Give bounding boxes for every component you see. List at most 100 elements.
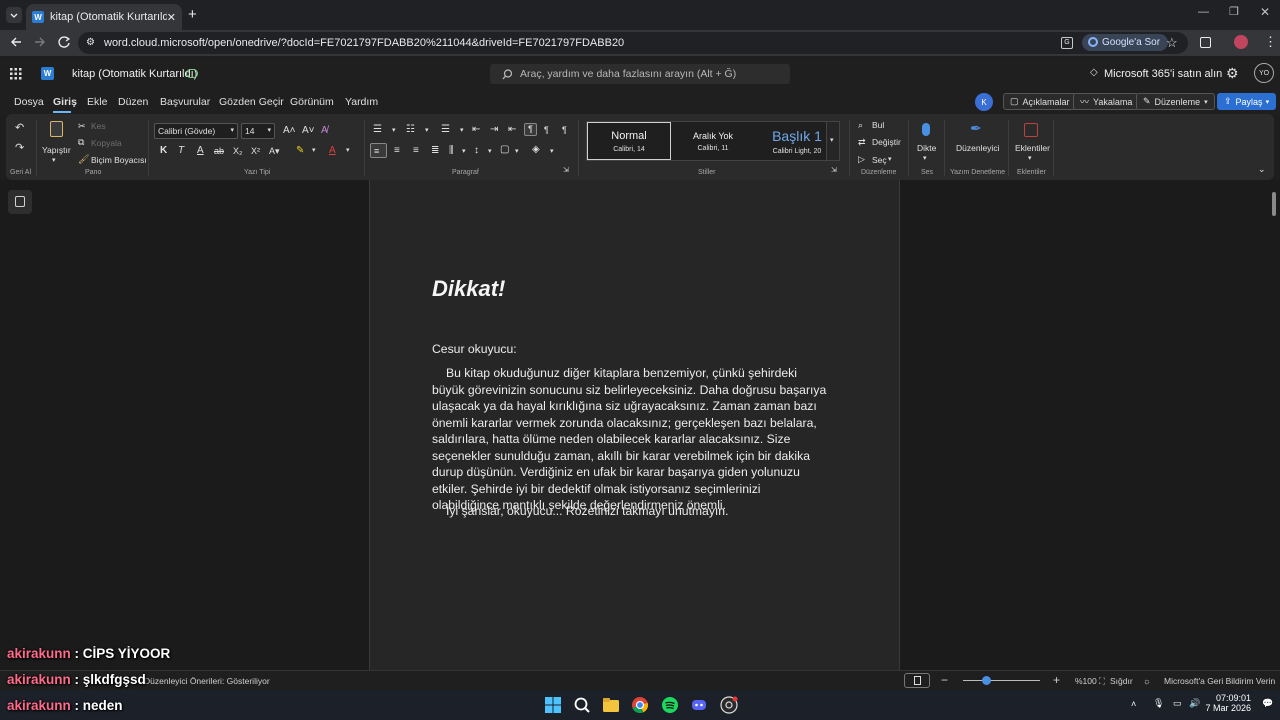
google-sor-button[interactable]: Google'a Sor (1082, 34, 1169, 51)
tab-gorunum[interactable]: Görünüm (290, 96, 334, 108)
show-marks-icon[interactable]: ¶ (562, 125, 567, 135)
tab-duzen[interactable]: Düzen (118, 96, 148, 108)
shading-icon[interactable]: ◈ (532, 145, 540, 155)
redo-icon[interactable]: ↷ (15, 143, 24, 154)
navigation-pane-button[interactable] (8, 190, 32, 214)
fit-button[interactable]: Sığdır (1110, 676, 1133, 686)
buy-m365-link[interactable]: Microsoft 365'i satın alın (1104, 68, 1222, 80)
select-button[interactable]: Seç (872, 155, 887, 165)
collaborator-avatar[interactable]: K (975, 93, 993, 111)
align-left-icon[interactable]: ≡ (370, 143, 387, 158)
tab-basvurular[interactable]: Başvurular (160, 96, 210, 108)
chevron-down-icon[interactable]: ▾ (1028, 154, 1032, 162)
notifications-icon[interactable]: 💬 (1262, 698, 1273, 709)
address-bar[interactable]: ⚙ word.cloud.microsoft/open/onedrive/?do… (78, 32, 1188, 54)
minimize-window-button[interactable]: — (1198, 6, 1209, 18)
search-box[interactable]: Araç, yardım ve daha fazlasını arayın (A… (490, 64, 790, 84)
replace-button[interactable]: Değiştir (872, 137, 901, 147)
style-normal[interactable]: Normal Calibri, 14 (587, 122, 671, 160)
spotify-icon[interactable] (660, 695, 680, 715)
extensions-icon[interactable] (1200, 37, 1211, 48)
volume-icon[interactable]: 🔊 (1189, 698, 1200, 709)
closing-paragraph[interactable]: İyi şanslar, okuyucu... Rozetinizi takma… (432, 503, 832, 520)
microphone-tray-icon[interactable]: 🎙 (1153, 698, 1164, 709)
site-info-icon[interactable]: ⚙ (86, 37, 95, 48)
comments-button[interactable]: ▢ Açıklamalar (1003, 93, 1077, 110)
catchup-button[interactable]: 〰 Yakalama (1073, 93, 1140, 110)
bold-button[interactable]: K (160, 146, 167, 156)
subscript-button[interactable]: X₂ (233, 146, 243, 156)
tray-overflow-chevron-icon[interactable]: ˄ (1131, 699, 1136, 709)
document-title[interactable]: kitap (Otomatik Kurtarıldı) (72, 68, 197, 80)
restore-window-button[interactable]: ❐ (1229, 5, 1239, 18)
new-tab-button[interactable]: + (188, 6, 197, 23)
obs-icon[interactable] (719, 695, 739, 715)
translate-icon[interactable]: G (1061, 37, 1073, 49)
zoom-out-button[interactable]: − (941, 673, 948, 687)
vertical-scrollbar[interactable] (1272, 192, 1276, 216)
addins-button[interactable]: Eklentiler (1015, 143, 1050, 153)
tab-gozden-gecir[interactable]: Gözden Geçir (219, 96, 284, 108)
chevron-down-icon[interactable]: ▾ (312, 146, 316, 156)
bullets-icon[interactable]: ☰ (373, 125, 382, 135)
tab-yardim[interactable]: Yardım (345, 96, 378, 108)
undo-icon[interactable]: ↶ (15, 123, 24, 134)
shrink-font-icon[interactable]: A˅ (302, 126, 315, 136)
chevron-down-icon[interactable]: ▾ (515, 147, 519, 157)
document-page[interactable]: Dikkat! Cesur okuyucu: Bu kitap okuduğun… (369, 180, 900, 670)
copy-label[interactable]: Kopyala (91, 138, 122, 148)
chrome-icon[interactable] (630, 695, 650, 715)
ribbon-expand-chevron-icon[interactable]: ⌄ (1258, 164, 1266, 174)
multilevel-list-icon[interactable]: ☰ (441, 125, 450, 135)
salutation[interactable]: Cesur okuyucu: (432, 341, 832, 358)
grow-font-icon[interactable]: A˄ (283, 126, 296, 136)
clock[interactable]: 07:09:01 7 Mar 2026 (1203, 693, 1251, 713)
columns-icon[interactable]: ⫼ (449, 146, 454, 156)
zoom-slider[interactable] (963, 676, 1040, 685)
addins-icon[interactable] (1024, 123, 1038, 137)
document-heading[interactable]: Dikkat! (432, 276, 505, 302)
feedback-link[interactable]: Microsoft'a Geri Bildirim Verin (1164, 676, 1275, 686)
tab-ekle[interactable]: Ekle (87, 96, 107, 108)
dialog-launcher-icon[interactable]: ⇲ (831, 166, 837, 176)
clear-formatting-icon[interactable]: A̸ (321, 126, 328, 136)
editing-mode-button[interactable]: ✎ Düzenleme ▾ (1136, 93, 1215, 110)
user-avatar[interactable]: YO (1254, 63, 1274, 83)
zoom-in-button[interactable]: + (1053, 673, 1060, 687)
reload-icon[interactable] (57, 35, 71, 49)
strikethrough-button[interactable]: ab (214, 146, 224, 156)
font-color-icon[interactable]: A (329, 146, 336, 156)
bookmark-star-icon[interactable]: ☆ (1166, 35, 1178, 51)
search-icon[interactable] (572, 695, 592, 715)
discord-icon[interactable] (689, 695, 709, 715)
tab-search-button[interactable] (6, 7, 22, 23)
chevron-down-icon[interactable]: ▾ (392, 126, 396, 136)
cut-label[interactable]: Kes (91, 121, 106, 131)
italic-button[interactable]: T (178, 146, 184, 156)
zoom-level[interactable]: %100 (1075, 676, 1097, 686)
chevron-down-icon[interactable]: ▾ (425, 126, 429, 136)
decrease-indent-alt-icon[interactable]: ⇤ (508, 125, 516, 135)
settings-gear-icon[interactable]: ⚙ (1226, 65, 1239, 82)
chevron-down-icon[interactable]: ▾ (488, 147, 492, 157)
chevron-down-icon[interactable]: ▾ (888, 155, 892, 165)
styles-more-button[interactable]: ▾ (826, 121, 840, 161)
format-painter-label[interactable]: Biçim Boyacısı (91, 155, 147, 165)
tab-giris[interactable]: Giriş (53, 96, 77, 108)
ltr-icon[interactable]: ¶ (524, 123, 537, 136)
rtl-icon[interactable]: ¶ (544, 125, 549, 135)
style-no-spacing[interactable]: Aralık Yok Calibri, 11 (671, 122, 755, 160)
page-view-button[interactable] (904, 673, 930, 688)
cloud-saved-icon[interactable] (186, 69, 198, 78)
highlighter-icon[interactable]: ✎ (296, 146, 304, 156)
body-paragraph[interactable]: Bu kitap okuduğunuz diğer kitaplara benz… (432, 365, 830, 514)
editor-button[interactable]: Düzenleyici (956, 143, 999, 153)
close-window-button[interactable]: ✕ (1260, 5, 1270, 19)
chevron-down-icon[interactable]: ▾ (462, 147, 466, 157)
file-explorer-icon[interactable] (601, 695, 621, 715)
superscript-button[interactable]: X² (251, 146, 260, 156)
browser-menu-icon[interactable]: ⋮ (1264, 34, 1277, 50)
line-spacing-icon[interactable]: ↕ (474, 146, 479, 156)
dialog-launcher-icon[interactable]: ⇲ (563, 166, 569, 176)
underline-button[interactable]: A (197, 146, 204, 156)
